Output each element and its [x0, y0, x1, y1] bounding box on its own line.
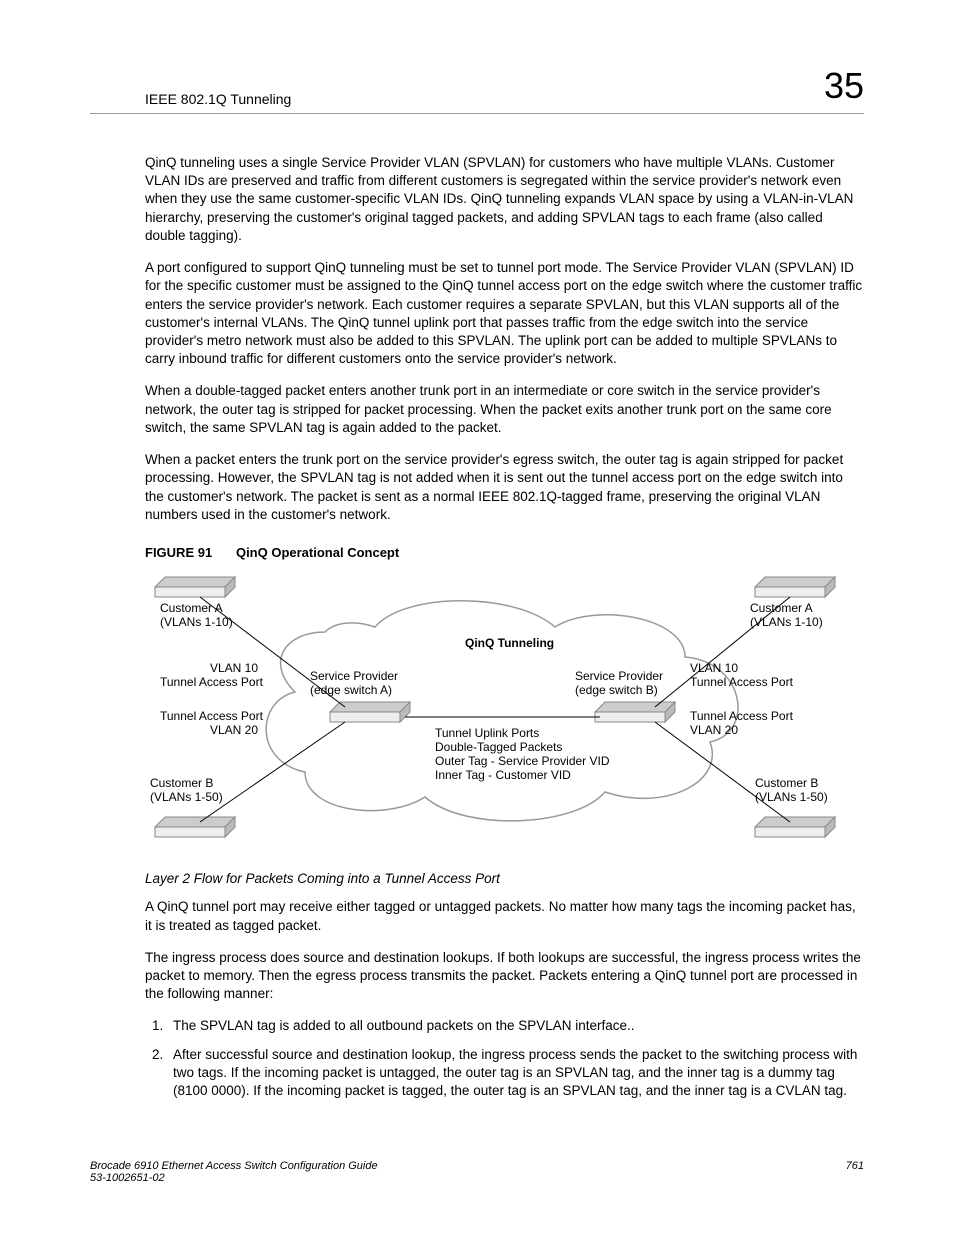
figure-label: FIGURE 91	[145, 545, 212, 560]
label: (edge switch B)	[575, 683, 658, 697]
section-title: IEEE 802.1Q Tunneling	[90, 91, 291, 107]
figure-title: QinQ Operational Concept	[236, 545, 399, 560]
label: Customer A	[750, 601, 813, 615]
chapter-number: 35	[824, 65, 864, 107]
page: IEEE 802.1Q Tunneling 35 QinQ tunneling …	[0, 0, 954, 1224]
switch-icon	[155, 577, 235, 597]
label: Tunnel Access Port	[690, 709, 794, 723]
label: (VLANs 1-10)	[750, 615, 823, 629]
label: Tunnel Access Port	[160, 675, 264, 689]
label: VLAN 10	[690, 661, 738, 675]
label: VLAN 20	[210, 723, 258, 737]
list-item: After successful source and destination …	[167, 1046, 864, 1101]
link-line	[200, 722, 345, 822]
footer-left: Brocade 6910 Ethernet Access Switch Conf…	[90, 1160, 378, 1184]
label: Tunnel Uplink Ports	[435, 726, 539, 740]
paragraph: A port configured to support QinQ tunnel…	[145, 259, 864, 368]
page-footer: Brocade 6910 Ethernet Access Switch Conf…	[90, 1160, 864, 1184]
label: Tunnel Access Port	[160, 709, 264, 723]
label: (edge switch A)	[310, 683, 392, 697]
switch-icon	[755, 577, 835, 597]
switch-icon	[595, 702, 675, 722]
list-item: The SPVLAN tag is added to all outbound …	[167, 1017, 864, 1035]
figure-diagram: QinQ Tunneling Customer A (VLANs 1-10) C…	[145, 572, 864, 852]
paragraph: When a packet enters the trunk port on t…	[145, 451, 864, 524]
label: Service Provider	[575, 669, 663, 683]
label: Customer A	[160, 601, 223, 615]
switch-icon	[155, 817, 235, 837]
label: QinQ Tunneling	[465, 636, 554, 650]
footer-right: 761	[846, 1160, 864, 1184]
label: (VLANs 1-50)	[755, 790, 828, 804]
label: Tunnel Access Port	[690, 675, 794, 689]
body-content-2: Layer 2 Flow for Packets Coming into a T…	[145, 870, 864, 1100]
paragraph: The ingress process does source and dest…	[145, 949, 864, 1004]
page-number: 761	[846, 1160, 864, 1172]
figure-caption: FIGURE 91 QinQ Operational Concept	[145, 544, 864, 562]
label: Double-Tagged Packets	[435, 740, 562, 754]
book-title: Brocade 6910 Ethernet Access Switch Conf…	[90, 1160, 378, 1172]
label: VLAN 10	[210, 661, 258, 675]
paragraph: A QinQ tunnel port may receive either ta…	[145, 898, 864, 934]
numbered-list: The SPVLAN tag is added to all outbound …	[145, 1017, 864, 1100]
label: Customer B	[755, 776, 818, 790]
paragraph: QinQ tunneling uses a single Service Pro…	[145, 154, 864, 245]
label: (VLANs 1-10)	[160, 615, 233, 629]
label: Customer B	[150, 776, 213, 790]
label: VLAN 20	[690, 723, 738, 737]
label: Inner Tag - Customer VID	[435, 768, 571, 782]
page-header: IEEE 802.1Q Tunneling 35	[90, 65, 864, 114]
label: Outer Tag - Service Provider VID	[435, 754, 610, 768]
doc-number: 53-1002651-02	[90, 1172, 378, 1184]
label: (VLANs 1-50)	[150, 790, 223, 804]
sub-heading: Layer 2 Flow for Packets Coming into a T…	[145, 870, 864, 888]
label: Service Provider	[310, 669, 398, 683]
qinq-diagram-svg: QinQ Tunneling Customer A (VLANs 1-10) C…	[145, 572, 845, 852]
body-content: QinQ tunneling uses a single Service Pro…	[145, 154, 864, 562]
switch-icon	[755, 817, 835, 837]
paragraph: When a double-tagged packet enters anoth…	[145, 382, 864, 437]
